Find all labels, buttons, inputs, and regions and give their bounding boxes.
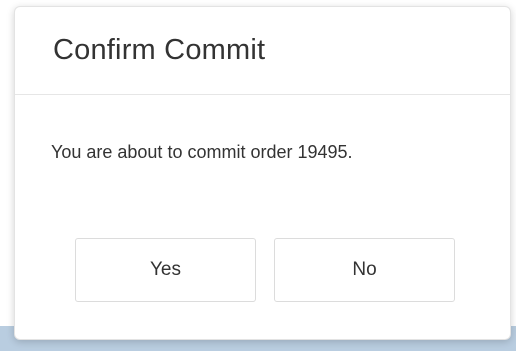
no-button[interactable]: No [274, 238, 455, 302]
dialog-body: You are about to commit order 19495. [15, 95, 510, 205]
dialog-title: Confirm Commit [53, 34, 266, 66]
yes-button[interactable]: Yes [75, 238, 256, 302]
dialog-header: Confirm Commit [15, 7, 510, 95]
dialog-footer: Yes No [75, 238, 455, 302]
confirm-commit-dialog: Confirm Commit You are about to commit o… [14, 6, 511, 340]
dialog-message: You are about to commit order 19495. [51, 142, 353, 162]
